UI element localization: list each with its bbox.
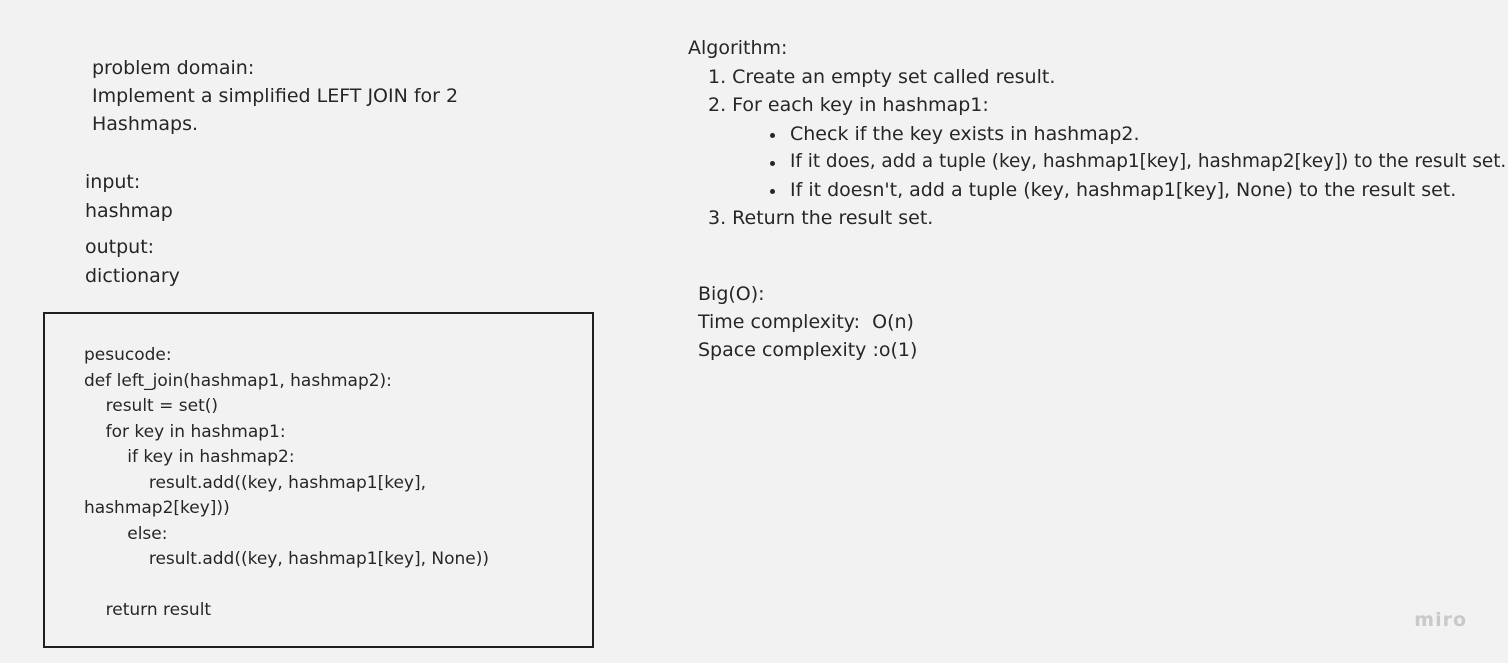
algorithm-step-1: 1. Create an empty set called result.: [708, 66, 1056, 88]
code-line: result.add((key, hashmap1[key], None)): [84, 549, 490, 569]
code-line: result = set(): [84, 396, 219, 416]
time-complexity: Time complexity: O(n): [698, 311, 914, 333]
pseudocode-box[interactable]: pesucode: def left_join(hashmap1, hashma…: [43, 312, 594, 648]
problem-domain-text: Implement a simplified LEFT JOIN for 2: [92, 85, 459, 107]
big-o-heading: Big(O):: [698, 283, 765, 305]
code-line: return result: [84, 600, 212, 620]
code-line: pesucode:: [84, 345, 172, 365]
algorithm-heading: Algorithm:: [688, 37, 788, 59]
miro-logo: miro: [1414, 609, 1467, 631]
space-complexity: Space complexity :o(1): [698, 339, 918, 361]
code-line: else:: [84, 524, 168, 544]
code-line: def left_join(hashmap1, hashmap2):: [84, 371, 392, 391]
algorithm-substep: If it doesn't, add a tuple (key, hashmap…: [790, 179, 1457, 201]
code-line: if key in hashmap2:: [84, 447, 295, 467]
code-line: for key in hashmap1:: [84, 422, 286, 442]
algorithm-substep: If it does, add a tuple (key, hashmap1[k…: [790, 151, 1507, 172]
algorithm-step-2: 2. For each key in hashmap1:: [708, 94, 989, 116]
code-line: hashmap2[key])): [84, 498, 230, 518]
problem-domain-text-cont: Hashmaps.: [92, 113, 199, 135]
input-label: input:: [85, 171, 141, 193]
problem-domain-heading: problem domain:: [92, 57, 255, 79]
output-value: dictionary: [85, 265, 180, 287]
bullet-icon: [770, 133, 775, 138]
algorithm-substep: Check if the key exists in hashmap2.: [790, 123, 1140, 145]
input-value: hashmap: [85, 200, 173, 222]
algorithm-step-3: 3. Return the result set.: [708, 207, 934, 229]
bullet-icon: [770, 161, 775, 166]
output-label: output:: [85, 236, 155, 258]
code-line: result.add((key, hashmap1[key],: [84, 473, 427, 493]
bullet-icon: [770, 189, 775, 194]
